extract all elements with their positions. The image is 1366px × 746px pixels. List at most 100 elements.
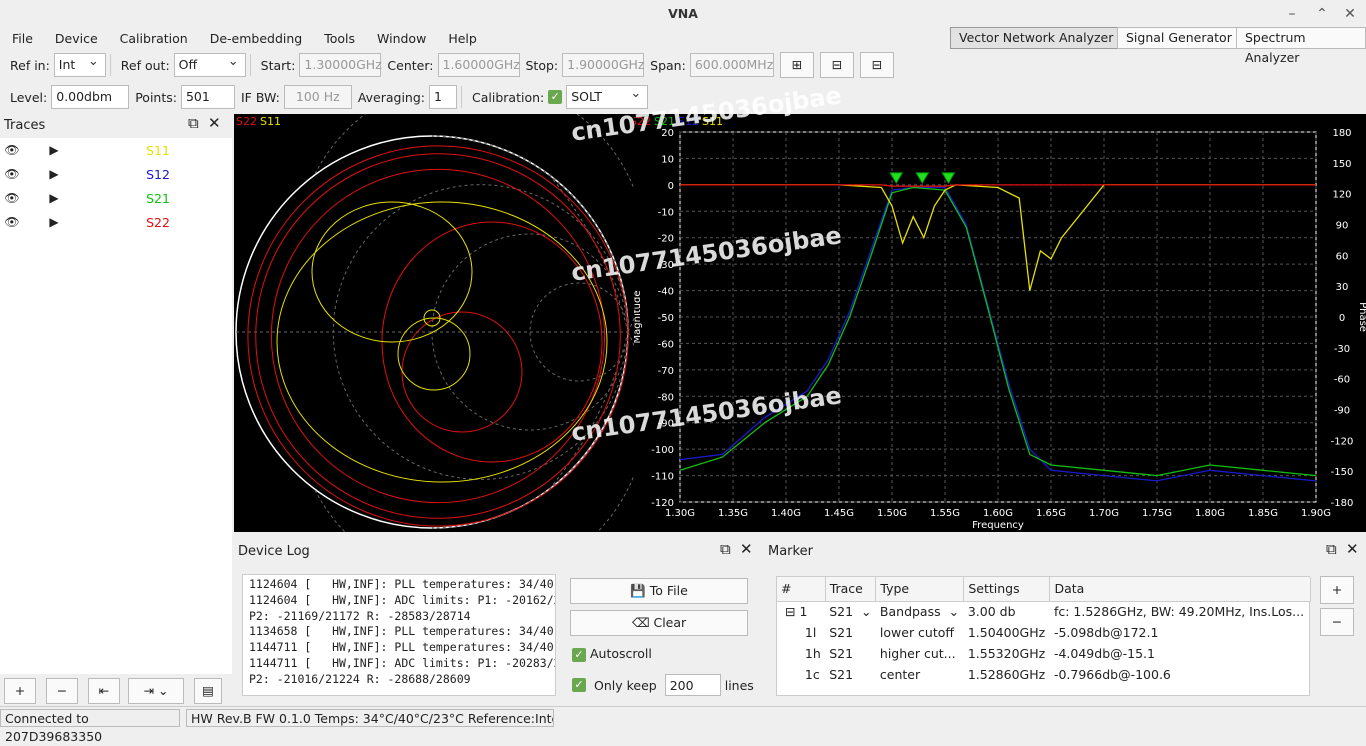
add-marker-icon[interactable]: +: [1320, 576, 1354, 604]
trace-row[interactable]: 👁 ▶ S21: [0, 186, 232, 210]
tab-signal-generator[interactable]: Signal Generator: [1117, 27, 1241, 49]
table-cell[interactable]: higher cut...: [876, 643, 964, 664]
table-cell[interactable]: ⊟ 1: [777, 601, 825, 622]
table-row[interactable]: 1c S21 center 1.52860GHz -0.7966db@-100.6: [777, 664, 1311, 685]
save-icon: 💾: [630, 583, 650, 598]
tab-spectrum-analyzer[interactable]: Spectrum Analyzer: [1236, 27, 1366, 65]
menu-device[interactable]: Device: [43, 28, 108, 50]
column-header[interactable]: Settings: [963, 577, 1051, 602]
smith-chart[interactable]: S22 S11: [234, 114, 634, 532]
stop-label: Stop:: [525, 57, 559, 73]
ref-out-select[interactable]: Off: [173, 51, 246, 77]
only-keep-checkbox[interactable]: ✓: [572, 678, 586, 692]
table-cell[interactable]: 1c: [777, 664, 825, 685]
maximize-icon[interactable]: ⌃: [1308, 0, 1336, 28]
add-trace-icon[interactable]: +: [4, 678, 36, 704]
menu-bar: File Device Calibration De-embedding Tools Wi…: [0, 28, 940, 50]
play-icon[interactable]: ▶: [24, 143, 84, 157]
acquisition-toolbar: Level: 0.00dbm Points: 501 IF BW: 100 Hz…: [4, 82, 1364, 112]
eye-icon[interactable]: 👁: [0, 215, 24, 229]
remove-marker-icon[interactable]: −: [1320, 608, 1354, 636]
menu-de-embedding[interactable]: De-embedding: [198, 28, 313, 50]
averaging-input[interactable]: 1: [429, 85, 457, 109]
lines-input[interactable]: 200: [664, 674, 721, 696]
table-cell[interactable]: S21: [825, 643, 876, 664]
autoscroll-checkbox[interactable]: ✓ Autoscroll: [572, 646, 652, 662]
magnitude-chart[interactable]: 1.30G 1.35G 1.40G 1.45G 1.50G 1.55G 1.60G 1.65G…: [634, 114, 1366, 532]
close-panel-icon[interactable]: ✕: [740, 540, 753, 558]
start-label: Start:: [260, 57, 296, 73]
import-icon[interactable]: ⇤: [88, 678, 120, 704]
trace-name: S21: [146, 190, 170, 206]
x-tick-label: 1.55G: [930, 508, 960, 519]
menu-help[interactable]: Help: [436, 28, 487, 50]
close-panel-icon[interactable]: ✕: [208, 114, 221, 132]
ifbw-input[interactable]: 100 Hz: [283, 85, 352, 109]
eye-icon[interactable]: 👁: [0, 167, 24, 181]
table-row[interactable]: 1l S21 lower cutoff 1.50400GHz -5.098db@172.…: [777, 622, 1311, 643]
float-icon[interactable]: ⧉: [188, 114, 199, 132]
y2-tick-label: 90: [1336, 221, 1349, 232]
eye-icon[interactable]: 👁: [0, 191, 24, 205]
x-tick-label: 1.75G: [1142, 508, 1172, 519]
to-file-button[interactable]: 💾 To File: [570, 578, 748, 604]
minimize-icon[interactable]: –: [1278, 0, 1306, 28]
close-icon[interactable]: ✕: [1336, 0, 1364, 28]
table-cell[interactable]: Bandpass ⌄: [876, 601, 964, 622]
table-cell[interactable]: 1l: [777, 622, 825, 643]
log-line: 1144711 [ HW,INF]: PLL temperatures: 34/…: [249, 640, 554, 655]
close-panel-icon[interactable]: ✕: [1346, 540, 1359, 558]
remove-trace-icon[interactable]: −: [46, 678, 78, 704]
column-header[interactable]: #: [777, 577, 826, 602]
column-header[interactable]: Trace: [825, 577, 877, 602]
y-tick-label: -90: [658, 419, 674, 430]
play-icon[interactable]: ▶: [24, 191, 84, 205]
trace-row[interactable]: 👁 ▶ S11: [0, 138, 232, 162]
stop-input[interactable]: 1.90000GHz: [562, 53, 644, 77]
table-cell[interactable]: 1h: [777, 643, 825, 664]
only-keep-label: Only keep: [594, 677, 657, 693]
export-icon[interactable]: ⇥ ⌄: [128, 678, 184, 704]
span-input[interactable]: 600.000MHz: [689, 53, 774, 77]
ref-in-select[interactable]: Int: [53, 51, 106, 77]
column-header[interactable]: Data: [1049, 577, 1311, 602]
start-input[interactable]: 1.30000GHz: [299, 53, 382, 77]
level-label: Level:: [10, 89, 48, 105]
menu-tools[interactable]: Tools: [312, 28, 365, 50]
play-icon[interactable]: ▶: [24, 215, 84, 229]
clear-button[interactable]: ⌫ Clear: [570, 610, 748, 636]
tab-vector-network-analyzer[interactable]: Vector Network Analyzer: [950, 27, 1123, 49]
level-input[interactable]: 0.00dbm: [51, 85, 130, 109]
zoom-in-icon[interactable]: ⊞: [779, 52, 814, 78]
calibration-select[interactable]: SOLT: [566, 83, 649, 109]
table-cell[interactable]: lower cutoff: [876, 622, 964, 643]
menu-calibration[interactable]: Calibration: [108, 28, 198, 50]
menu-file[interactable]: File: [0, 28, 43, 50]
float-icon[interactable]: ⧉: [720, 540, 731, 558]
calibration-checkbox[interactable]: ✓: [548, 90, 563, 104]
eye-icon[interactable]: 👁: [0, 143, 24, 157]
zoom-full-icon[interactable]: ⊟: [859, 52, 894, 78]
play-icon[interactable]: ▶: [24, 167, 84, 181]
table-row[interactable]: ⊟ 1 S21 ⌄ Bandpass ⌄ 3.00 db fc: 1.5286GHz, …: [777, 601, 1311, 622]
log-line: 1144711 [ HW,INF]: ADC limits: P1: -2028…: [249, 655, 556, 670]
log-view[interactable]: 1124604 [ HW,INF]: PLL temperatures: 34/…: [242, 574, 556, 696]
float-icon[interactable]: ⧉: [1326, 540, 1337, 558]
y2-tick-label: 30: [1336, 282, 1349, 293]
x-tick-label: 1.35G: [718, 508, 748, 519]
column-header[interactable]: Type: [875, 577, 965, 602]
table-row[interactable]: 1h S21 higher cut... 1.55320GHz -4.049db@-15…: [777, 643, 1311, 664]
trace-row[interactable]: 👁 ▶ S22: [0, 210, 232, 234]
table-cell[interactable]: S21 ⌄: [825, 601, 876, 622]
menu-window[interactable]: Window: [365, 28, 436, 50]
math-icon[interactable]: ▤: [194, 678, 222, 704]
zoom-out-icon[interactable]: ⊟: [819, 52, 854, 78]
center-input[interactable]: 1.60000GHz: [437, 53, 520, 77]
table-cell[interactable]: center: [876, 664, 964, 685]
marker-triangle: [941, 172, 956, 184]
legend-label: S12: [678, 115, 699, 128]
table-cell[interactable]: S21: [825, 664, 876, 685]
trace-row[interactable]: 👁 ▶ S12: [0, 162, 232, 186]
points-input[interactable]: 501: [180, 85, 235, 109]
table-cell[interactable]: S21: [825, 622, 876, 643]
